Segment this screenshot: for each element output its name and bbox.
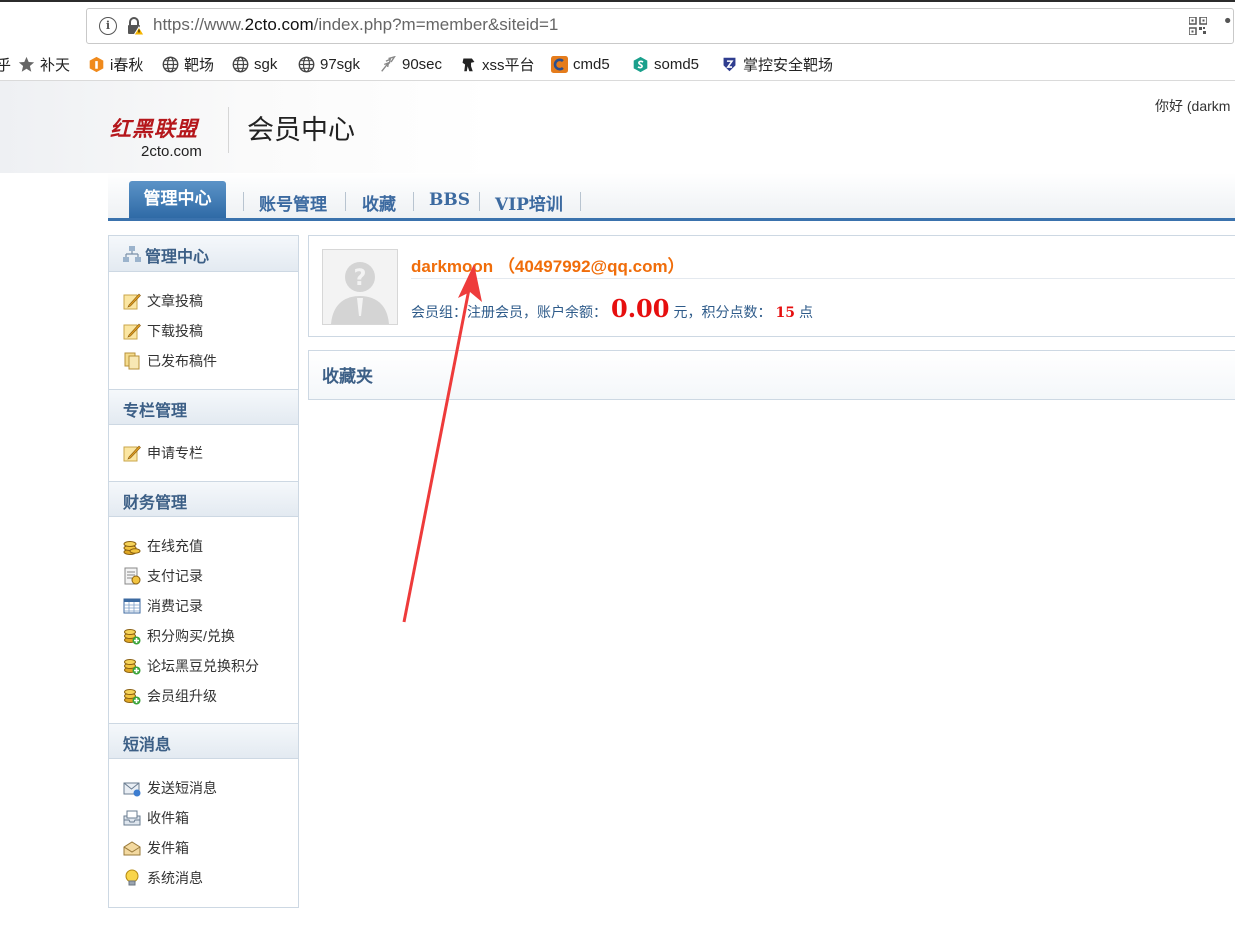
address-bar[interactable]: i https://www.2cto.com/index.php?m=membe… xyxy=(86,8,1234,44)
feather-icon xyxy=(381,55,396,72)
bookmark-90sec[interactable]: 90sec xyxy=(380,54,442,74)
annotation-arrow xyxy=(402,264,482,623)
globe-icon xyxy=(232,56,249,72)
svg-text:?: ? xyxy=(354,266,367,291)
cmd5-icon xyxy=(551,55,568,73)
bookmark-cmd5[interactable]: cmd5 xyxy=(551,54,610,74)
tab-management-center[interactable]: 管理中心 xyxy=(129,181,226,218)
bookmark-sgk[interactable]: sgk xyxy=(232,54,277,74)
somd5-icon xyxy=(633,56,648,72)
sidebar-item-inbox[interactable]: 收件箱 xyxy=(123,807,189,829)
sidebar-item-download-submit[interactable]: 下载投稿 xyxy=(123,320,203,342)
window-top-strip xyxy=(0,0,1235,2)
bookmarks-bar: 乎 补天 i春秋 靶场 sgk 97sgk 90sec xss平台 cmd5 s… xyxy=(0,48,1235,80)
inbox-icon xyxy=(123,810,141,826)
outbox-icon xyxy=(123,841,141,856)
spreadsheet-icon xyxy=(123,598,141,614)
receipt-icon xyxy=(124,567,141,585)
bookmark-fragment[interactable]: 乎 xyxy=(0,54,11,74)
sidebar-item-apply-column[interactable]: 申请专栏 xyxy=(123,442,203,464)
edit-note-icon xyxy=(123,293,141,310)
globe-icon xyxy=(298,56,315,72)
coins-add-icon xyxy=(124,689,141,705)
points-count: 15 xyxy=(775,305,795,321)
bookmark-ichunqiu[interactable]: i春秋 xyxy=(88,54,143,74)
sidebar-section-finance: 财务管理 xyxy=(109,481,298,517)
sidebar-item-recharge[interactable]: 在线充值 xyxy=(123,535,203,557)
sidebar-item-system-messages[interactable]: 系统消息 xyxy=(123,867,203,889)
tab-account-management[interactable]: 账号管理 xyxy=(259,190,327,215)
bookmark-bachang[interactable]: 靶场 xyxy=(162,54,214,74)
star-icon xyxy=(18,56,35,72)
bookmark-butian[interactable]: 补天 xyxy=(18,54,70,74)
bookmark-zhangkong[interactable]: 掌控安全靶场 xyxy=(721,54,833,74)
avatar[interactable]: ? xyxy=(322,249,398,325)
sidebar: 管理中心 文章投稿 下载投稿 已发布稿件 专栏管理 申请专栏 财务管理 在线充值… xyxy=(108,235,299,908)
org-chart-icon xyxy=(123,246,141,262)
user-email: （40497992@qq.com） xyxy=(497,257,685,276)
sidebar-item-send-message[interactable]: 发送短消息 xyxy=(123,777,217,799)
documents-icon xyxy=(124,352,140,370)
sidebar-item-consumption-records[interactable]: 消费记录 xyxy=(123,595,203,617)
sidebar-item-group-upgrade[interactable]: 会员组升级 xyxy=(123,685,217,707)
nav-separator xyxy=(243,192,244,211)
coins-add-icon xyxy=(124,659,141,675)
sidebar-item-article-submit[interactable]: 文章投稿 xyxy=(123,290,203,312)
user-greeting[interactable]: 你好 (darkm xyxy=(1155,96,1230,116)
sidebar-item-published[interactable]: 已发布稿件 xyxy=(123,350,217,372)
bookmark-somd5[interactable]: somd5 xyxy=(632,54,699,74)
profile-divider xyxy=(411,278,1235,279)
logo-cn-text: 红黑联盟 xyxy=(110,116,198,141)
bookmark-xss[interactable]: xss平台 xyxy=(460,54,535,74)
nav-separator xyxy=(413,192,414,211)
qr-code-icon[interactable] xyxy=(1189,17,1207,35)
nav-separator xyxy=(479,192,480,211)
bookmark-97sgk[interactable]: 97sgk xyxy=(298,54,360,74)
sidebar-item-points-exchange[interactable]: 积分购买/兑换 xyxy=(123,625,235,647)
horse-icon xyxy=(462,58,475,71)
mail-send-icon xyxy=(123,782,141,797)
page-title: 会员中心 xyxy=(247,115,355,145)
tab-bbs[interactable]: BBS xyxy=(429,190,470,210)
url-text[interactable]: https://www.2cto.com/index.php?m=member&… xyxy=(153,15,558,35)
sidebar-section-messages: 短消息 xyxy=(109,723,298,759)
account-balance: 0.00 xyxy=(611,294,670,323)
lock-warning-icon[interactable] xyxy=(125,16,145,36)
logo-en-text: 2cto.com xyxy=(141,143,202,160)
sidebar-item-payment-records[interactable]: 支付记录 xyxy=(123,565,203,587)
logo-divider xyxy=(228,107,229,153)
info-icon[interactable]: i xyxy=(99,17,117,35)
coins-icon xyxy=(123,541,141,555)
coins-add-icon xyxy=(124,629,141,645)
nav-separator xyxy=(345,192,346,211)
main-nav: 管理中心 账号管理 收藏 BBS VIP培训 xyxy=(108,173,1235,221)
globe-icon xyxy=(162,56,179,72)
sidebar-section-management: 管理中心 xyxy=(109,236,298,272)
sidebar-item-outbox[interactable]: 发件箱 xyxy=(123,837,189,859)
sidebar-section-column: 专栏管理 xyxy=(109,389,298,425)
shield-icon xyxy=(723,57,736,71)
ichunqiu-icon xyxy=(89,56,104,72)
edit-note-icon xyxy=(123,323,141,340)
lightbulb-icon xyxy=(125,869,139,886)
sidebar-item-forum-beans[interactable]: 论坛黑豆兑换积分 xyxy=(123,655,259,677)
site-logo[interactable]: 红黑联盟 2cto.com xyxy=(110,113,210,160)
tab-vip-training[interactable]: VIP培训 xyxy=(495,190,563,215)
edit-note-icon xyxy=(123,445,141,462)
tab-favorites[interactable]: 收藏 xyxy=(362,190,396,215)
more-menu-icon[interactable]: • xyxy=(1222,11,1233,32)
nav-separator xyxy=(580,192,581,211)
favorites-title[interactable]: 收藏夹 xyxy=(322,362,373,387)
